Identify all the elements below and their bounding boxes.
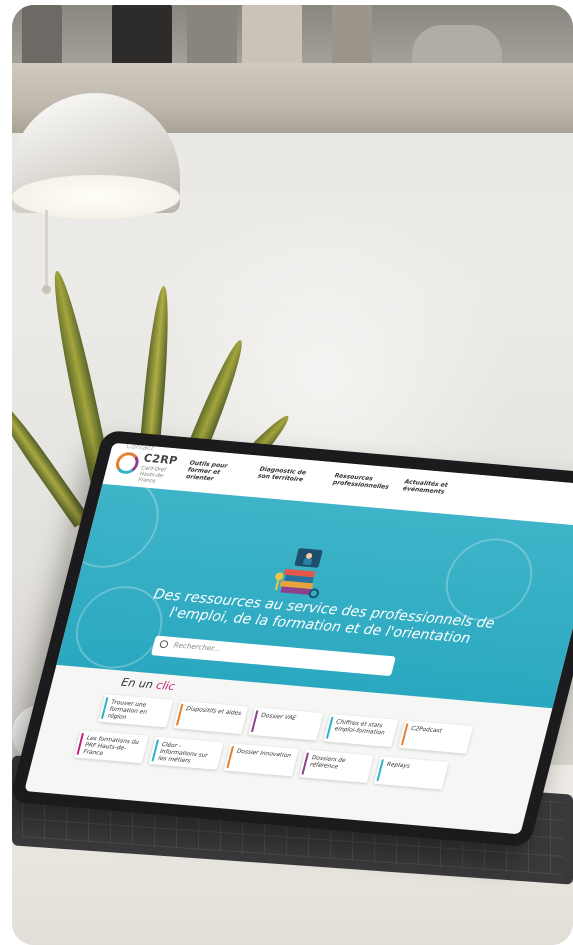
top-links[interactable]: Contact bbox=[126, 443, 155, 452]
books-illustration-icon bbox=[274, 548, 323, 599]
quick-links-heading: En un clic bbox=[120, 676, 176, 693]
quick-link-chiffres[interactable]: Chiffres et stats emploi-formation bbox=[323, 713, 399, 748]
book bbox=[112, 5, 172, 65]
vase bbox=[412, 25, 502, 65]
tablet-device: Contact C2RP Carif-Oref Hauts-de-France … bbox=[12, 430, 573, 848]
book bbox=[332, 5, 372, 65]
bookshelf bbox=[12, 5, 573, 67]
lamp-knob bbox=[42, 285, 51, 294]
hero-banner: Des ressources au service des profession… bbox=[56, 483, 573, 709]
book bbox=[187, 5, 237, 65]
quick-link-dossiers[interactable]: Dossiers de référence bbox=[298, 749, 374, 783]
tablet-screen: Contact C2RP Carif-Oref Hauts-de-France … bbox=[24, 442, 573, 835]
book bbox=[242, 5, 302, 65]
quick-link-dispositifs[interactable]: Dispositifs et aides bbox=[173, 700, 249, 735]
quick-link-trouver-formation[interactable]: Trouver une formation en région bbox=[98, 694, 174, 728]
swirl-decoration bbox=[436, 534, 542, 625]
quick-link-prf[interactable]: Les formations du PRF Hauts-de-France bbox=[73, 729, 149, 764]
quick-link-cleor[interactable]: Cléor - Informations sur les métiers bbox=[148, 736, 224, 770]
heading-prefix: En un bbox=[119, 675, 159, 692]
nav-ressources[interactable]: Ressources professionnelles bbox=[332, 472, 389, 491]
nav-diagnostic[interactable]: Diagnostic de son territoire bbox=[257, 466, 310, 484]
book bbox=[22, 5, 62, 65]
quick-link-innovation[interactable]: Dossier Innovation bbox=[223, 743, 299, 777]
lamp-light bbox=[12, 175, 180, 219]
hero-photo: Contact C2RP Carif-Oref Hauts-de-France … bbox=[12, 5, 573, 945]
quick-link-replays[interactable]: Replays bbox=[373, 756, 449, 790]
search-input[interactable]: Rechercher... bbox=[150, 635, 396, 677]
search-placeholder: Rechercher... bbox=[172, 641, 222, 654]
logo-subtitle: Carif-Oref Hauts-de-France bbox=[137, 465, 167, 485]
heading-accent: clic bbox=[154, 678, 177, 694]
quick-link-vae[interactable]: Dossier VAE bbox=[248, 707, 324, 741]
nav-actualites[interactable]: Actualités et événements bbox=[402, 478, 455, 496]
lamp-cord bbox=[45, 210, 48, 290]
quick-link-podcast[interactable]: C2Podcast bbox=[398, 720, 474, 754]
search-icon bbox=[158, 639, 169, 649]
nav-outils[interactable]: Outils pour former et orienter bbox=[185, 460, 238, 485]
c2rp-logo-icon[interactable] bbox=[113, 451, 142, 475]
